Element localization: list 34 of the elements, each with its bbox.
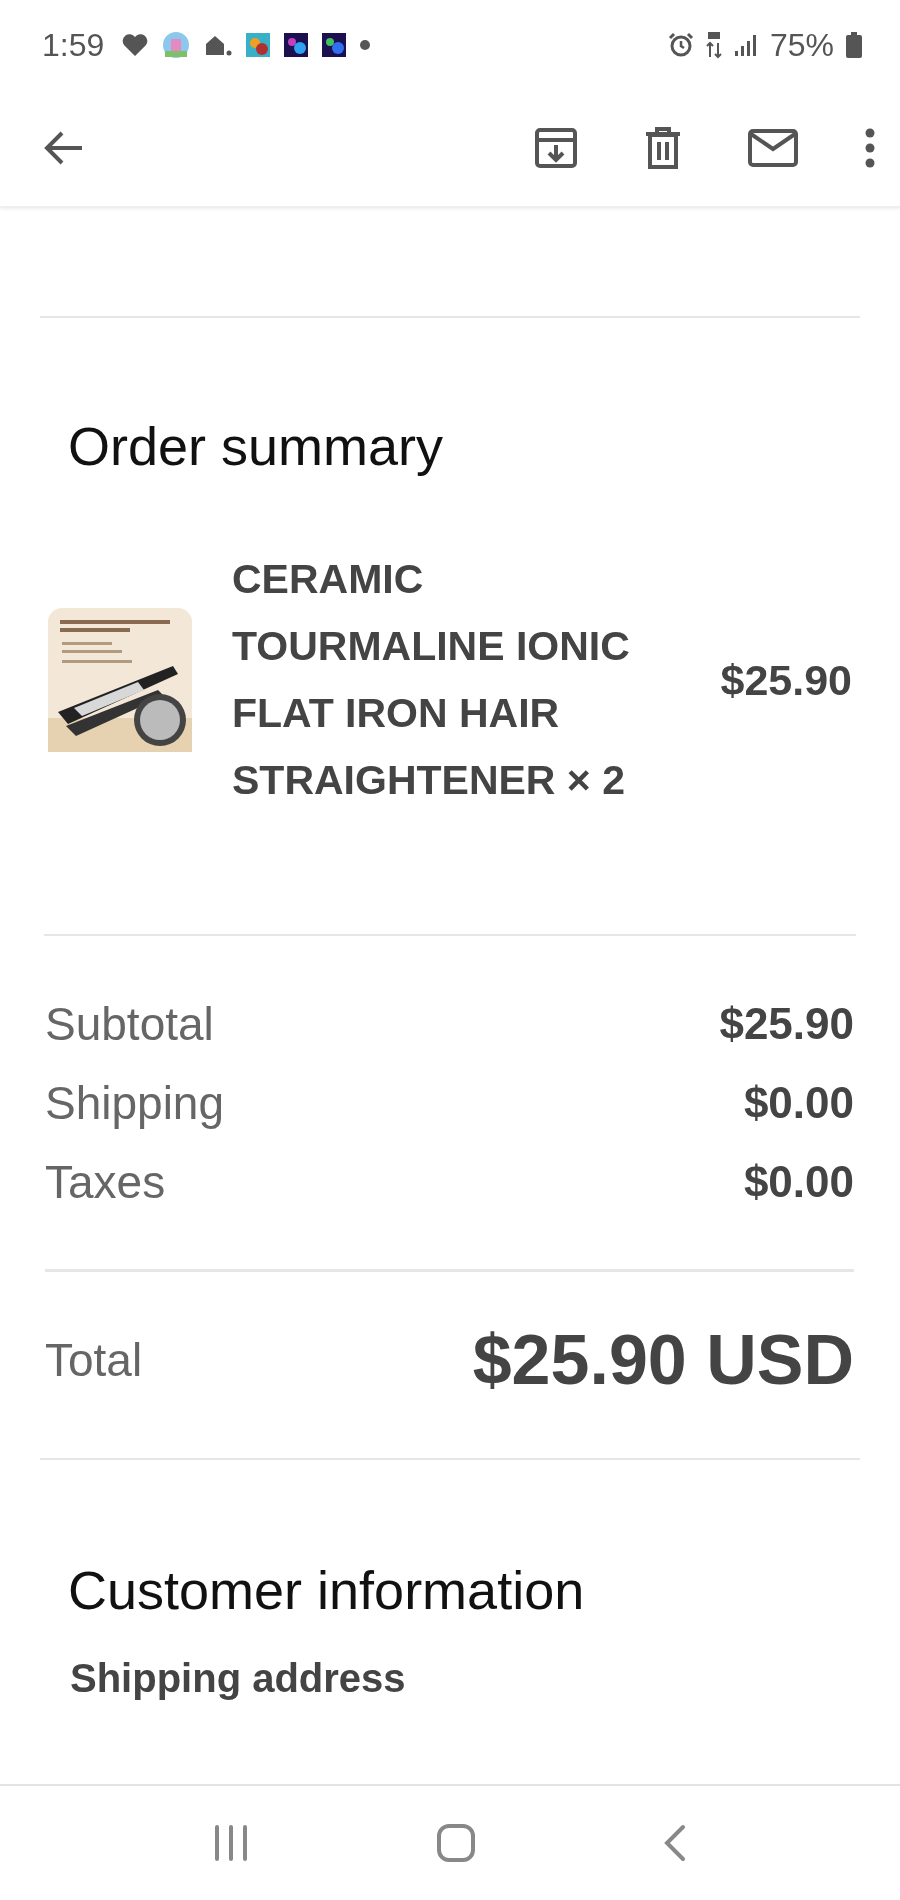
recents-icon bbox=[213, 1824, 250, 1862]
archive-icon bbox=[534, 127, 578, 169]
cost-value: $0.00 bbox=[743, 1077, 854, 1128]
battery-percent: 75% bbox=[769, 26, 834, 64]
app-icon bbox=[284, 33, 309, 57]
battery-icon bbox=[846, 32, 862, 58]
home-icon bbox=[204, 33, 233, 57]
cost-label: Shipping bbox=[45, 1075, 225, 1130]
cost-label: Subtotal bbox=[45, 996, 214, 1051]
trash-icon bbox=[644, 126, 682, 170]
signal-icon bbox=[733, 33, 758, 57]
alarm-icon bbox=[667, 32, 694, 58]
home-square-icon bbox=[436, 1823, 476, 1863]
section-title: Customer information bbox=[68, 1559, 586, 1622]
product-name: CERAMIC TOURMALINE IONIC FLAT IRON HAIR STRAIGHTENER × 2 bbox=[232, 555, 631, 805]
chevron-left-icon bbox=[662, 1824, 687, 1862]
data-arrows-icon bbox=[705, 31, 722, 59]
cost-value: $0.00 bbox=[743, 1156, 854, 1207]
heart-icon bbox=[122, 33, 149, 57]
app-icon bbox=[322, 33, 347, 57]
total-label: Total bbox=[45, 1333, 143, 1387]
more-icon bbox=[864, 128, 876, 168]
dot-icon bbox=[360, 40, 371, 50]
status-time: 1:59 bbox=[42, 26, 105, 64]
section-title: Order summary bbox=[68, 415, 445, 478]
cost-value: $25.90 bbox=[719, 998, 854, 1049]
app-icon bbox=[246, 33, 271, 57]
app-icon bbox=[162, 31, 191, 59]
mail-icon bbox=[748, 129, 798, 167]
cost-label: Taxes bbox=[45, 1154, 166, 1209]
product-price: $25.90 bbox=[720, 655, 852, 705]
total-value: $25.90 USD bbox=[472, 1320, 854, 1400]
section-subtitle: Shipping address bbox=[70, 1656, 407, 1701]
back-arrow-icon bbox=[44, 130, 84, 166]
